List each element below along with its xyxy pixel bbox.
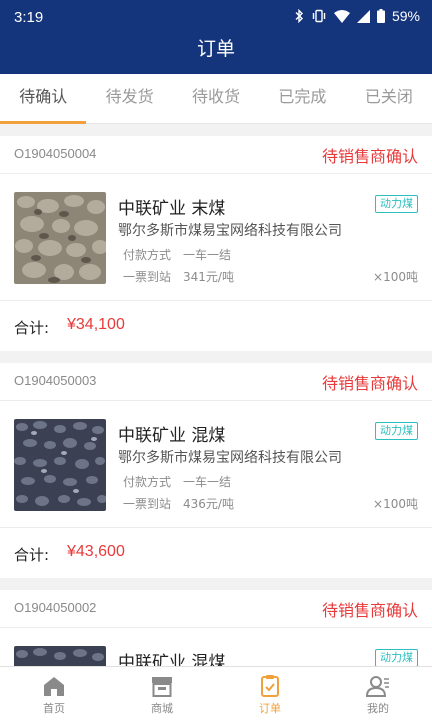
order-card[interactable]: O1904050004 待销售商确认 中联矿业 末煤 动力煤 鄂尔多斯市煤易宝网… — [0, 136, 432, 351]
seller-company: 鄂尔多斯市煤易宝网络科技有限公司 — [118, 223, 342, 239]
nav-store-label: 商城 — [151, 702, 173, 715]
coal-type-tag: 动力煤 — [375, 422, 418, 440]
product-name: 中联矿业 末煤 — [118, 199, 226, 219]
app-bar: 订单 — [0, 34, 432, 74]
product-name: 中联矿业 混煤 — [118, 653, 226, 666]
order-card-body[interactable]: 中联矿业 末煤 动力煤 鄂尔多斯市煤易宝网络科技有限公司 付款方式 一车一结 一票… — [0, 174, 432, 301]
total-label: 合计: — [14, 319, 50, 337]
nav-orders[interactable]: 订单 — [216, 667, 324, 720]
total-amount: ¥43,600 — [67, 543, 125, 560]
order-list[interactable]: O1904050004 待销售商确认 中联矿业 末煤 动力煤 鄂尔多斯市煤易宝网… — [0, 136, 432, 666]
unit-price: 341元/吨 — [183, 270, 234, 284]
home-icon — [41, 674, 67, 698]
order-number: O1904050004 — [14, 146, 97, 161]
tab-closed[interactable]: 已关闭 — [346, 74, 432, 123]
payment-method-value: 一车一结 — [183, 248, 232, 262]
unit-price: 436元/吨 — [183, 497, 234, 511]
vibrate-icon — [311, 9, 327, 23]
order-card-header: O1904050004 待销售商确认 — [0, 136, 432, 174]
order-card[interactable]: O1904050003 待销售商确认 中联矿业 混煤 动力煤 鄂尔多斯市煤易宝网… — [0, 363, 432, 578]
bottom-navigation: 首页 商城 订单 我的 — [0, 666, 432, 720]
order-quantity: ×100吨 — [373, 497, 418, 511]
mixed-coal-image — [14, 419, 106, 511]
order-card[interactable]: O1904050002 待销售商确认 中联矿业 混煤 动力煤 — [0, 590, 432, 666]
wifi-icon — [333, 9, 350, 23]
product-name: 中联矿业 混煤 — [118, 426, 226, 446]
order-quantity: ×100吨 — [373, 270, 418, 284]
coal-type-tag: 动力煤 — [375, 195, 418, 213]
nav-profile-label: 我的 — [367, 702, 389, 715]
tab-pending-receipt[interactable]: 待收货 — [173, 74, 259, 123]
nav-home[interactable]: 首页 — [0, 667, 108, 720]
nav-orders-label: 订单 — [259, 702, 281, 715]
order-status: 待销售商确认 — [321, 601, 418, 620]
nav-store[interactable]: 商城 — [108, 667, 216, 720]
status-icons: 59% — [294, 8, 420, 24]
order-status-tabs: 待确认 待发货 待收货 已完成 已关闭 — [0, 74, 432, 124]
order-number: O1904050003 — [14, 373, 97, 388]
store-icon — [149, 674, 175, 698]
battery-icon — [376, 9, 385, 23]
order-card-body[interactable]: 中联矿业 混煤 动力煤 鄂尔多斯市煤易宝网络科技有限公司 付款方式 一车一结 一票… — [0, 401, 432, 528]
tab-pending-shipment[interactable]: 待发货 — [86, 74, 172, 123]
order-card-footer: 合计: ¥34,100 — [0, 301, 432, 351]
order-card-header: O1904050003 待销售商确认 — [0, 363, 432, 401]
seller-company: 鄂尔多斯市煤易宝网络科技有限公司 — [118, 450, 342, 466]
trade-terms-row: 一票到站 436元/吨 — [123, 495, 234, 512]
mixed-coal-image — [14, 646, 106, 666]
page-title: 订单 — [196, 38, 235, 60]
payment-method-label: 付款方式 — [123, 475, 172, 489]
payment-method-value: 一车一结 — [183, 475, 232, 489]
trade-terms-row: 一票到站 341元/吨 — [123, 268, 234, 285]
nav-profile[interactable]: 我的 — [324, 667, 432, 720]
total-amount: ¥34,100 — [67, 316, 125, 333]
delivery-terms: 一票到站 — [123, 497, 172, 511]
order-clipboard-icon — [257, 674, 283, 698]
nav-home-label: 首页 — [43, 702, 65, 715]
payment-method-row: 付款方式 一车一结 — [123, 246, 231, 263]
order-card-header: O1904050002 待销售商确认 — [0, 590, 432, 628]
profile-icon — [365, 674, 391, 698]
coal-type-tag: 动力煤 — [375, 649, 418, 666]
status-bar: 3:19 59% — [0, 0, 432, 34]
coal-fines-image — [14, 192, 106, 284]
tab-pending-confirmation[interactable]: 待确认 — [0, 74, 87, 124]
payment-method-label: 付款方式 — [123, 248, 172, 262]
delivery-terms: 一票到站 — [123, 270, 172, 284]
order-number: O1904050002 — [14, 600, 97, 615]
bluetooth-icon — [294, 9, 304, 23]
order-status: 待销售商确认 — [321, 374, 418, 393]
tab-completed[interactable]: 已完成 — [259, 74, 345, 123]
order-card-body[interactable]: 中联矿业 混煤 动力煤 — [0, 628, 432, 666]
status-time: 3:19 — [14, 9, 44, 26]
order-card-footer: 合计: ¥43,600 — [0, 528, 432, 578]
battery-percent: 59% — [391, 8, 420, 24]
payment-method-row: 付款方式 一车一结 — [123, 473, 231, 490]
total-label: 合计: — [14, 546, 50, 564]
order-status: 待销售商确认 — [321, 147, 418, 166]
signal-icon — [356, 9, 370, 23]
